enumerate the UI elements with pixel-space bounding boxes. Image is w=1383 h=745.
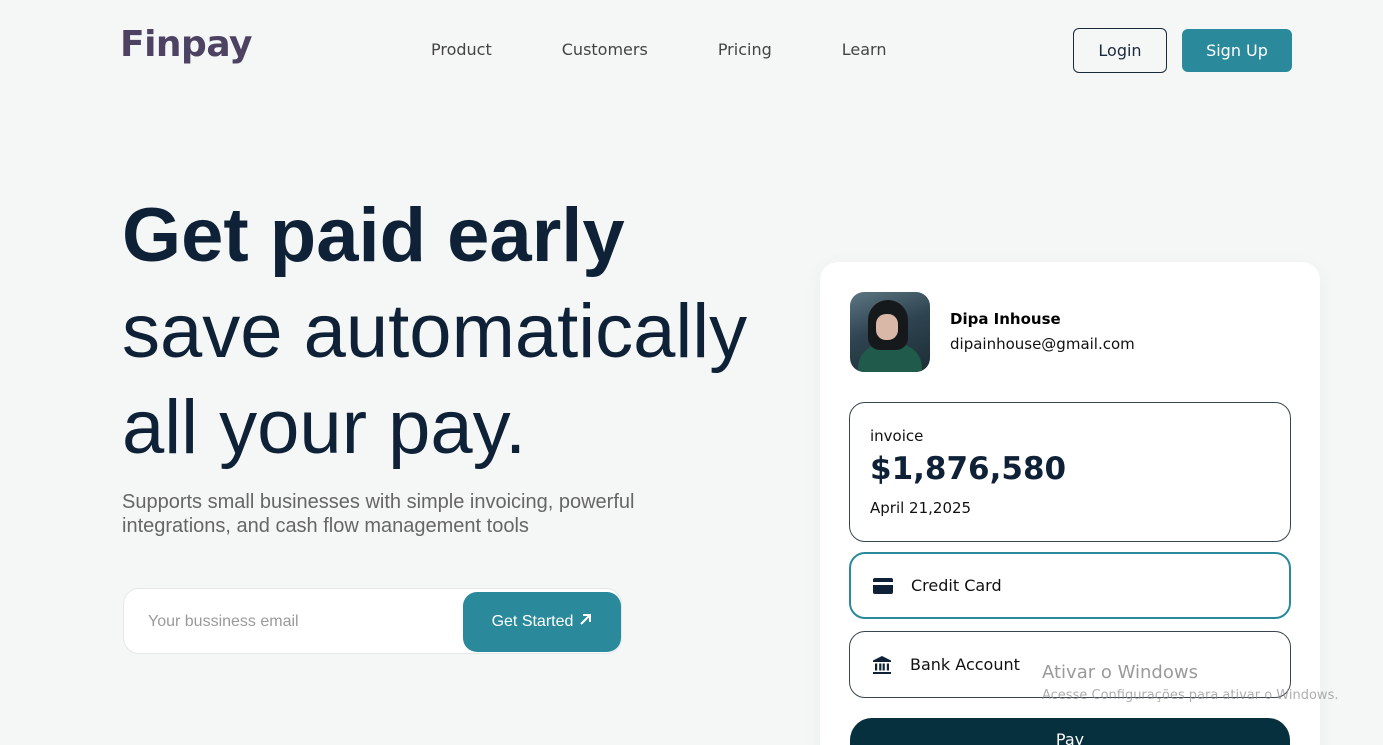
hero-title-line-2: save automatically xyxy=(122,289,748,374)
invoice-date: April 21,2025 xyxy=(870,499,972,517)
nav-pricing[interactable]: Pricing xyxy=(718,40,772,59)
nav-customers[interactable]: Customers xyxy=(562,40,648,59)
login-button[interactable]: Login xyxy=(1073,28,1167,73)
get-started-label: Get Started xyxy=(491,613,574,630)
credit-card-icon xyxy=(873,576,893,596)
arrow-up-right-icon xyxy=(579,613,592,631)
user-name: Dipa Inhouse xyxy=(950,310,1061,328)
get-started-button[interactable]: Get Started xyxy=(463,592,621,652)
signup-button[interactable]: Sign Up xyxy=(1182,29,1292,72)
hero-title-line-1: Get paid early xyxy=(122,193,625,278)
user-email: dipainhouse@gmail.com xyxy=(950,335,1135,353)
hero-title-line-3: all your pay. xyxy=(122,385,527,470)
hero-title: Get paid early save automatically all yo… xyxy=(122,188,747,476)
invoice-box: invoice $1,876,580 April 21,2025 xyxy=(849,402,1291,542)
main-nav: Product Customers Pricing Learn xyxy=(431,40,956,59)
windows-activation-subtitle: Acesse Configurações para ativar o Windo… xyxy=(1042,688,1339,703)
payment-option-label: Credit Card xyxy=(911,576,1002,595)
hero-subtitle: Supports small businesses with simple in… xyxy=(122,491,635,537)
bank-icon xyxy=(872,655,892,675)
email-signup-form: Get Started xyxy=(123,588,622,654)
avatar xyxy=(850,292,930,372)
nav-product[interactable]: Product xyxy=(431,40,492,59)
invoice-amount: $1,876,580 xyxy=(870,451,1067,487)
pay-button[interactable]: Pay xyxy=(850,718,1290,745)
logo[interactable]: Finpay xyxy=(120,24,252,65)
payment-option-label: Bank Account xyxy=(910,655,1020,674)
invoice-label: invoice xyxy=(870,427,924,445)
payment-option-credit-card[interactable]: Credit Card xyxy=(849,552,1291,619)
windows-activation-title: Ativar o Windows xyxy=(1042,662,1198,683)
email-field[interactable] xyxy=(148,607,448,637)
nav-learn[interactable]: Learn xyxy=(842,40,887,59)
